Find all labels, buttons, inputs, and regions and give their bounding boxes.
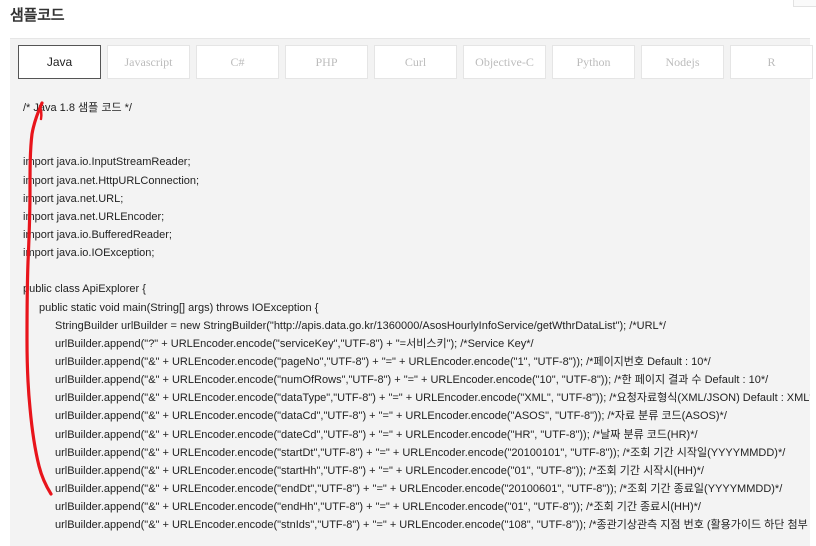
code-line: public static void main(String[] args) t… xyxy=(39,301,319,314)
code-line: urlBuilder.append("&" + URLEncoder.encod… xyxy=(55,374,769,387)
code-line: import java.io.InputStreamReader; xyxy=(23,156,191,169)
code-line: urlBuilder.append("&" + URLEncoder.encod… xyxy=(55,355,711,368)
code-viewer[interactable]: /* Java 1.8 샘플 코드 */ import java.io.Input… xyxy=(23,99,810,546)
tab-objective-c[interactable]: Objective-C xyxy=(463,45,546,79)
code-line: urlBuilder.append("&" + URLEncoder.encod… xyxy=(55,482,783,495)
code-line: import java.io.IOException; xyxy=(23,247,155,260)
code-line: urlBuilder.append("&" + URLEncoder.encod… xyxy=(55,501,701,514)
tab-javascript[interactable]: Javascript xyxy=(107,45,190,79)
tab-php[interactable]: PHP xyxy=(285,45,368,79)
code-line: import java.io.BufferedReader; xyxy=(23,228,172,241)
code-line: urlBuilder.append("?" + URLEncoder.encod… xyxy=(55,337,534,350)
tab-curl[interactable]: Curl xyxy=(374,45,457,79)
code-line: StringBuilder urlBuilder = new StringBui… xyxy=(55,319,666,332)
code-line: /* Java 1.8 샘플 코드 */ xyxy=(23,102,132,114)
code-line: urlBuilder.append("&" + URLEncoder.encod… xyxy=(55,410,727,423)
code-line: urlBuilder.append("&" + URLEncoder.encod… xyxy=(55,446,786,459)
code-line: import java.net.URLEncoder; xyxy=(23,210,165,223)
tab-python[interactable]: Python xyxy=(552,45,635,79)
window-corner-edge xyxy=(793,0,816,7)
code-panel: Java Javascript C# PHP Curl Objective-C Python… xyxy=(10,38,813,546)
code-line: urlBuilder.append("&" + URLEncoder.encod… xyxy=(55,392,810,405)
code-line: import java.net.HttpURLConnection; xyxy=(23,174,200,187)
code-line: urlBuilder.append("&" + URLEncoder.encod… xyxy=(55,428,698,441)
language-tabs: Java Javascript C# PHP Curl Objective-C Python… xyxy=(18,45,813,79)
section-title: 샘플코드 xyxy=(10,6,65,24)
tab-nodejs[interactable]: Nodejs xyxy=(641,45,724,79)
code-line: public class ApiExplorer { xyxy=(23,283,146,296)
code-block: /* Java 1.8 샘플 코드 */ import java.io.Input… xyxy=(23,99,810,534)
code-line: import java.net.URL; xyxy=(23,192,124,205)
code-line: urlBuilder.append("&" + URLEncoder.encod… xyxy=(55,519,810,532)
tab-c-[interactable]: C# xyxy=(196,45,279,79)
tab-java[interactable]: Java xyxy=(18,45,101,79)
sample-code-page: 샘플코드 Java Javascript C# PHP Curl Objective-C P… xyxy=(0,0,816,546)
code-line: urlBuilder.append("&" + URLEncoder.encod… xyxy=(55,464,704,477)
tab-r[interactable]: R xyxy=(730,45,813,79)
